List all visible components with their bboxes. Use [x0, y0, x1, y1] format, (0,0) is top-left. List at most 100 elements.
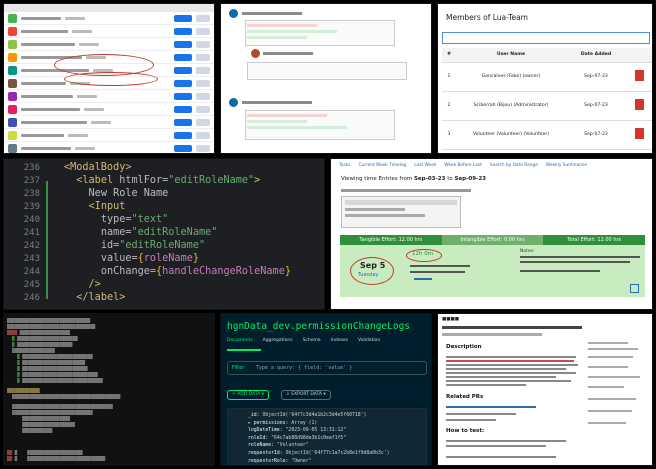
code-line[interactable]: id="editRoleName" [64, 240, 205, 251]
code-line[interactable]: onChange={handleChangeRoleName} [64, 266, 291, 277]
diff-added-line [247, 126, 347, 129]
line-number: 243 [23, 254, 40, 264]
column-header: User Name [456, 48, 566, 63]
item-action-button[interactable] [174, 92, 192, 100]
item-secondary-button[interactable] [196, 27, 210, 35]
timelog-tab[interactable]: Search by Date Range [490, 163, 538, 168]
export-data-button[interactable]: ⇩ EXPORT DATA ▾ [281, 390, 331, 400]
item-action-button[interactable] [174, 40, 192, 48]
timelog-tab[interactable]: Current Week Timelog [359, 163, 407, 168]
code-editor: 236 <ModalBody> 237 <label htmlFor="editRo… [3, 158, 325, 310]
delete-button[interactable] [634, 99, 644, 110]
avatar [229, 9, 238, 18]
item-action-button[interactable] [174, 79, 192, 87]
item-action-button[interactable] [174, 105, 192, 113]
code-line[interactable]: </label> [64, 292, 125, 303]
edit-icon[interactable] [630, 284, 639, 293]
item-action-button[interactable] [174, 14, 192, 22]
item-action-button[interactable] [174, 131, 192, 139]
item-secondary-button[interactable] [196, 105, 210, 113]
timelog-tab[interactable]: Week Before Last [444, 163, 482, 168]
code-line[interactable]: <Input [64, 201, 126, 212]
document-field: roleName: "Volunteer" [248, 443, 309, 449]
code-line[interactable]: <label htmlFor="editRoleName"> [64, 175, 260, 186]
item-action-button[interactable] [174, 27, 192, 35]
changed-lines-marker [46, 181, 48, 299]
list-item [4, 129, 214, 142]
issue-header: ■■■■ [442, 317, 460, 322]
timelog-tab[interactable]: Weekly Summaries [546, 163, 587, 168]
item-secondary-button[interactable] [196, 14, 210, 22]
members-table: # User Name Date Added 1 Goncalves (Fake… [442, 48, 652, 150]
filter-input[interactable]: Type a query: { field: 'value' } [256, 365, 352, 371]
delete-cell [626, 62, 652, 92]
delete-button[interactable] [634, 128, 644, 139]
item-secondary-button[interactable] [196, 92, 210, 100]
code-line[interactable]: /> [64, 279, 101, 290]
item-secondary-button[interactable] [196, 53, 210, 61]
item-secondary-button[interactable] [196, 40, 210, 48]
list-item [4, 116, 214, 129]
tab-validation[interactable]: Validation [358, 338, 380, 343]
row-index: 2 [442, 91, 456, 121]
product-thumbnail [8, 52, 17, 62]
item-secondary-button[interactable] [196, 66, 210, 74]
item-secondary-button[interactable] [196, 131, 210, 139]
tab-documents[interactable]: Documents [227, 338, 253, 343]
delete-cell [626, 91, 652, 121]
product-thumbnail [8, 65, 17, 75]
filter-label: Filter [232, 365, 245, 371]
item-name-line [21, 107, 80, 111]
filter-bar[interactable]: Filter Type a query: { field: 'value' } [227, 361, 427, 375]
item-meta-line [75, 146, 95, 150]
project-filter-list[interactable] [341, 196, 461, 228]
tab-indexes[interactable]: Indexes [331, 338, 348, 343]
avatar [251, 49, 260, 58]
item-action-button[interactable] [174, 66, 192, 74]
item-action-button[interactable] [174, 53, 192, 61]
timelog-panel: Tasks Current Week Timelog Last Week Week B… [330, 158, 653, 310]
product-thumbnail [8, 130, 17, 140]
timelog-tab[interactable]: Tasks [339, 163, 351, 168]
tab-schema[interactable]: Schema [303, 338, 321, 343]
item-name-line [21, 16, 61, 20]
reply-input[interactable] [247, 62, 407, 80]
panel-title: Members of Lua-Team [446, 13, 528, 22]
code-line[interactable]: <ModalBody> [64, 162, 131, 173]
document-field: _id: ObjectId('64f7c3d4a1b2c3d4e5f60718'… [248, 413, 367, 418]
code-line[interactable]: name="editRoleName" [64, 227, 218, 238]
code-line[interactable]: type="text" [64, 214, 168, 225]
item-name-line [21, 81, 66, 85]
timelog-tab[interactable]: Last Week [414, 163, 436, 168]
item-action-button[interactable] [174, 144, 192, 152]
diff-added-line [247, 30, 337, 33]
add-data-button[interactable]: + ADD DATA ▾ [227, 390, 269, 400]
item-action-button[interactable] [174, 118, 192, 126]
product-thumbnail [8, 26, 17, 36]
table-row: 2 Sciberrah (Bijou) (Administrator) Sep-… [442, 91, 652, 121]
code-line[interactable]: value={roleName} [64, 253, 199, 264]
range-to: Sep-09-23 [454, 176, 486, 182]
item-name-line [21, 133, 64, 137]
entry-day: Sep 5 [360, 261, 386, 270]
tab-aggregations[interactable]: Aggregations [263, 338, 293, 343]
database-collection-view: hgnData_dev.permissionChangeLogs Documen… [220, 313, 432, 466]
item-meta-line [91, 120, 111, 124]
item-secondary-button[interactable] [196, 144, 210, 152]
item-meta-line [72, 29, 92, 33]
member-search-input[interactable] [442, 32, 650, 44]
diff-removed-line [247, 24, 317, 27]
date-added: Sep-07-23 [566, 120, 626, 150]
code-line[interactable]: New Role Name [64, 188, 169, 199]
item-name-line [21, 29, 68, 33]
list-item [4, 38, 214, 51]
date-added: Sep-07-23 [566, 62, 626, 92]
column-header: # [442, 48, 456, 63]
item-secondary-button[interactable] [196, 79, 210, 87]
time-entry: Sep 5 Tuesday 12h 0m Notes: [340, 245, 645, 297]
range-prefix: Viewing time Entries from [341, 176, 413, 182]
product-thumbnail [8, 91, 17, 101]
delete-button[interactable] [634, 70, 644, 81]
diff-added-line [247, 36, 307, 39]
item-secondary-button[interactable] [196, 118, 210, 126]
